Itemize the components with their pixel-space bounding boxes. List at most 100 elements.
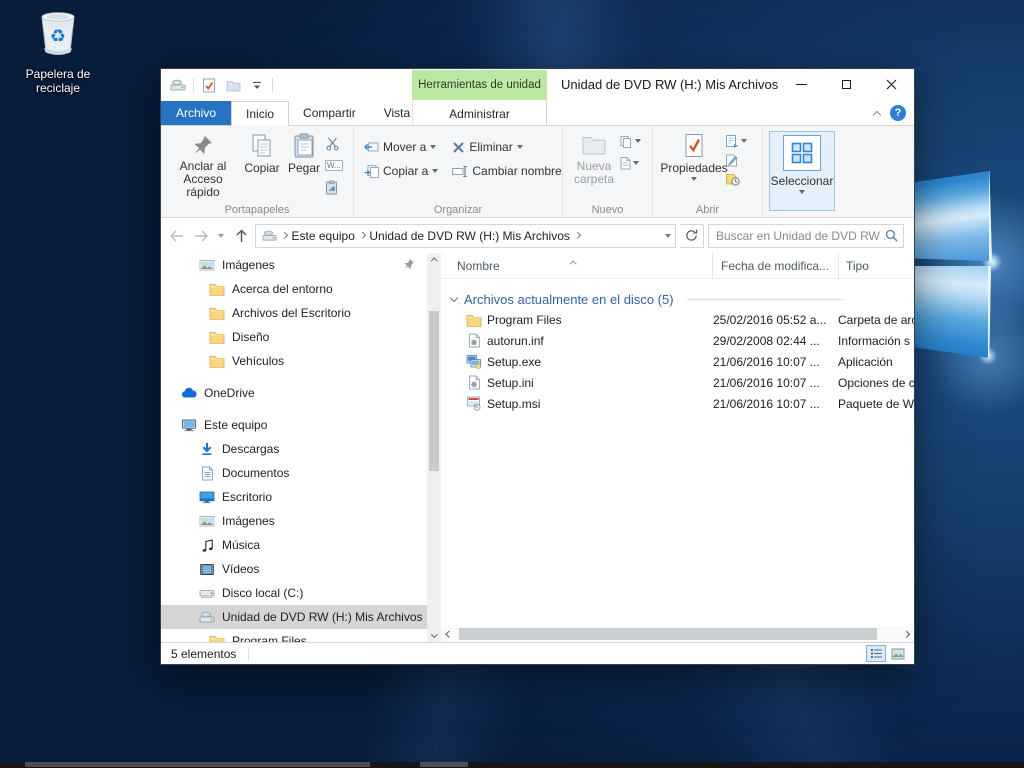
back-button[interactable] [167, 225, 187, 247]
file-name: Program Files [482, 313, 713, 327]
details-view-button[interactable] [866, 645, 886, 662]
column-header-tipo[interactable]: Tipo [839, 253, 914, 279]
cut-button[interactable] [325, 135, 343, 151]
explorer-window: Herramientas de unidad Unidad de DVD RW … [160, 68, 915, 665]
column-header-nombre[interactable]: Nombre [441, 253, 713, 279]
sidebar-item[interactable]: Acerca del entorno [161, 277, 441, 301]
sidebar-item[interactable]: Disco local (C:) [161, 581, 441, 605]
scroll-down-arrow[interactable] [427, 628, 441, 642]
easy-access-button[interactable] [619, 133, 641, 149]
file-row[interactable]: Setup.ini21/06/2016 10:07 ...Opciones de… [441, 372, 914, 393]
sidebar-item[interactable]: Vídeos [161, 557, 441, 581]
breadcrumb-chevron[interactable] [281, 232, 287, 238]
minimize-button[interactable] [779, 69, 824, 99]
copy-path-button[interactable]: W... [325, 157, 343, 173]
up-button[interactable] [231, 225, 251, 247]
dropdown-caret [691, 177, 697, 181]
pin-to-quick-access-button[interactable]: Anclar al Acceso rápido [165, 129, 241, 201]
dropdown-caret [799, 190, 805, 194]
column-header-fecha[interactable]: Fecha de modifica... [713, 253, 839, 279]
new-item-button[interactable] [619, 155, 641, 171]
open-button[interactable] [725, 133, 747, 149]
search-icon[interactable] [885, 229, 898, 242]
file-row[interactable]: Program Files25/02/2016 05:52 a...Carpet… [441, 309, 914, 330]
file-row[interactable]: Setup.msi21/06/2016 10:07 ...Paquete de … [441, 393, 914, 414]
customize-toolbar-icon[interactable] [248, 76, 266, 94]
copy-button[interactable]: Copiar [241, 129, 283, 201]
recent-locations-button[interactable] [215, 225, 227, 247]
properties-button[interactable]: Propiedades [663, 129, 725, 201]
breadcrumb-chevron[interactable] [574, 232, 580, 238]
scrollbar-thumb[interactable] [429, 311, 439, 471]
contextual-tab-header: Herramientas de unidad [412, 70, 547, 100]
sidebar-scrollbar[interactable] [427, 253, 441, 642]
scroll-left-arrow[interactable] [441, 626, 457, 642]
new-folder-quick-icon[interactable] [224, 76, 242, 94]
collapse-ribbon-icon[interactable] [873, 110, 881, 118]
wallpaper-logo-pane-bottom [905, 266, 991, 358]
dvd-drive-icon[interactable] [169, 76, 187, 94]
scrollbar-thumb[interactable] [459, 628, 877, 640]
scroll-right-arrow[interactable] [898, 626, 914, 642]
sidebar-item[interactable]: Documentos [161, 461, 441, 485]
ribbon-group-select: Seleccionar [763, 126, 849, 217]
tab-archivo[interactable]: Archivo [161, 101, 231, 125]
breadcrumb-este-equipo[interactable]: Este equipo [292, 229, 355, 243]
computer-icon [181, 417, 197, 433]
sidebar-item[interactable]: Archivos del Escritorio [161, 301, 441, 325]
file-row[interactable]: autorun.inf29/02/2008 02:44 ...Informaci… [441, 330, 914, 351]
breadcrumb-chevron[interactable] [359, 232, 365, 238]
sidebar-item-label: Escritorio [222, 490, 272, 504]
paste-shortcut-button[interactable] [325, 179, 343, 195]
rename-button[interactable]: Cambiar nombre [452, 162, 561, 180]
easy-access-icon [619, 135, 633, 148]
tab-inicio[interactable]: Inicio [231, 101, 289, 126]
config-file-icon [466, 333, 482, 349]
back-icon [169, 230, 185, 242]
recycle-bin[interactable]: ♻ Papelera de reciclaje [4, 8, 112, 95]
items-count: 5 elementos [171, 647, 236, 661]
sidebar-item[interactable]: Música [161, 533, 441, 557]
address-dropdown-caret[interactable] [665, 234, 671, 238]
sidebar-item[interactable]: Vehículos [161, 349, 441, 373]
scroll-up-arrow[interactable] [427, 253, 441, 267]
forward-button[interactable] [191, 225, 211, 247]
close-button[interactable] [869, 69, 914, 99]
sidebar-item[interactable]: Este equipo [161, 413, 441, 437]
delete-button[interactable]: Eliminar [452, 138, 561, 156]
edit-button[interactable] [725, 152, 747, 168]
refresh-button[interactable] [680, 224, 704, 248]
address-bar[interactable]: Este equipo Unidad de DVD RW (H:) Mis Ar… [255, 224, 676, 248]
horizontal-scrollbar[interactable] [441, 626, 914, 642]
tab-administrar[interactable]: Administrar [412, 101, 547, 126]
paste-button[interactable]: Pegar [283, 129, 325, 201]
file-row[interactable]: Setup.exe21/06/2016 10:07 ...Aplicación [441, 351, 914, 372]
search-input[interactable] [716, 229, 885, 243]
history-button[interactable] [725, 171, 747, 187]
thumbnails-view-button[interactable] [888, 645, 908, 662]
breadcrumb-current[interactable]: Unidad de DVD RW (H:) Mis Archivos [369, 229, 570, 243]
select-button[interactable]: Seleccionar [769, 131, 835, 211]
sidebar-item[interactable]: Escritorio [161, 485, 441, 509]
sidebar-item[interactable]: Diseño [161, 325, 441, 349]
file-type: Opciones de c [838, 376, 914, 390]
maximize-button[interactable] [824, 69, 869, 99]
sidebar-item[interactable]: Descargas [161, 437, 441, 461]
help-icon[interactable]: ? [890, 105, 906, 121]
sidebar-item[interactable]: Imágenes [161, 509, 441, 533]
sidebar-item[interactable]: Program Files [161, 629, 441, 642]
sidebar-item-label: Vídeos [222, 562, 259, 576]
file-group-header[interactable]: Archivos actualmente en el disco (5) [441, 289, 843, 309]
new-folder-button[interactable]: Nueva carpeta [569, 129, 619, 201]
copy-to-button[interactable]: Copiar a [363, 162, 438, 180]
config-file-icon [466, 375, 482, 391]
sidebar-item[interactable]: Unidad de DVD RW (H:) Mis Archivos [161, 605, 441, 629]
properties-quick-icon[interactable] [200, 76, 218, 94]
sidebar-item[interactable]: Imágenes [161, 253, 441, 277]
refresh-icon [685, 229, 698, 242]
move-to-button[interactable]: Mover a [363, 138, 438, 156]
sidebar-item[interactable]: OneDrive [161, 381, 441, 405]
documents-icon [199, 465, 215, 481]
tab-compartir[interactable]: Compartir [289, 101, 370, 125]
open-icon [725, 134, 739, 148]
